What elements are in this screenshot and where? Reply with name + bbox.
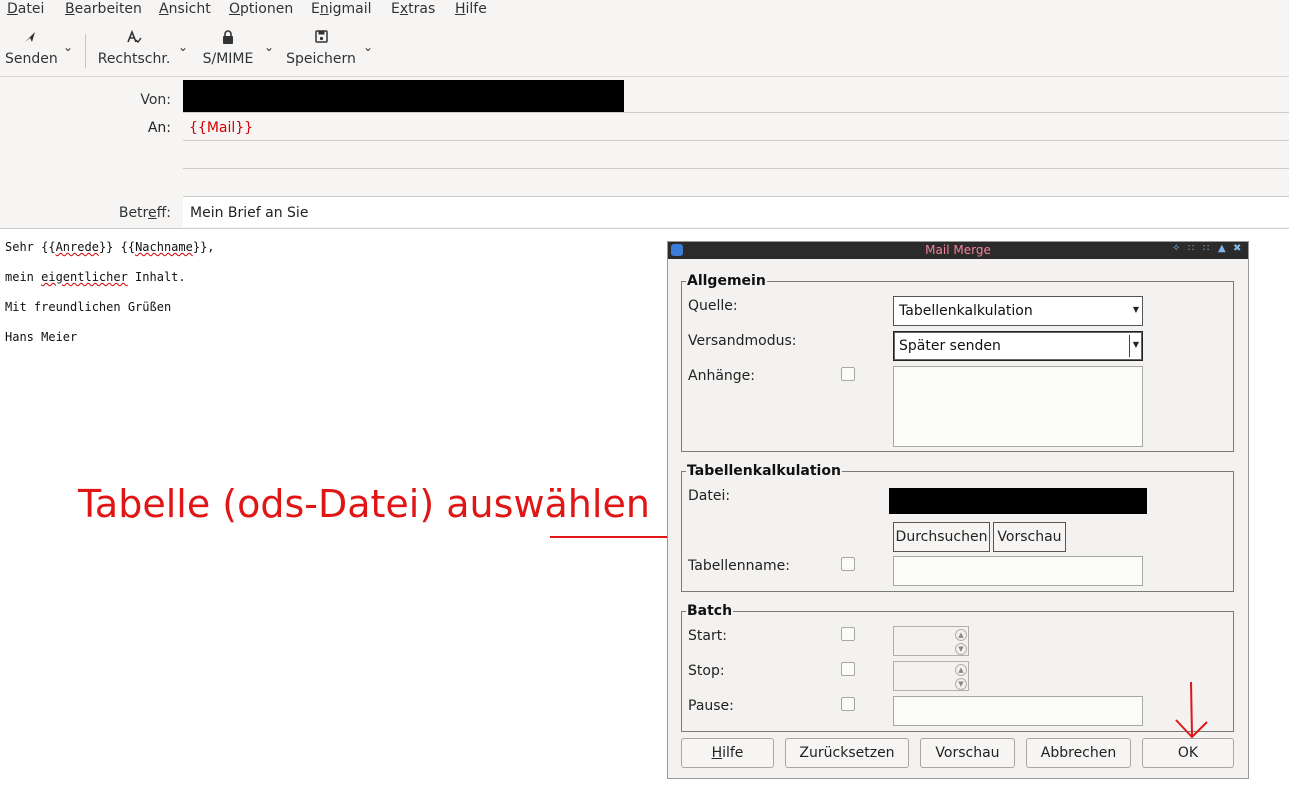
body-line[interactable]: Mit freundlichen Grüßen (5, 300, 171, 314)
spin-buttons: ▲ ▼ (955, 629, 967, 657)
menu-ansicht[interactable]: Ansicht (159, 1, 211, 17)
start-label: Start: (688, 628, 727, 644)
spelling-dropdown-chevron-icon[interactable]: ⌄ (176, 40, 190, 56)
lock-icon (200, 30, 256, 48)
annotation-arrow-down-icon (1175, 681, 1208, 739)
dropdown-arrow-icon: ▼ (1132, 340, 1139, 349)
spin-down-icon[interactable]: ▼ (955, 643, 967, 655)
mode-label: Versandmodus: (688, 333, 797, 349)
spellcheck-icon (97, 29, 171, 48)
compose-toolbar: Senden ⌄ Rechtschr. ⌄ S/MIME ⌄ Speichern… (0, 22, 1289, 77)
send-button[interactable]: Senden (5, 30, 58, 67)
menu-bar: Datei Bearbeiten Ansicht Optionen Enigma… (0, 0, 1289, 22)
menu-bearbeiten[interactable]: Bearbeiten (65, 1, 142, 17)
stop-label: Stop: (688, 663, 725, 679)
from-label: Von: (140, 92, 171, 108)
stop-spinbox[interactable]: ▲ ▼ (893, 661, 969, 691)
sheet-name-label: Tabellenname: (688, 558, 790, 574)
preview-button[interactable]: Vorschau (920, 738, 1015, 768)
smime-dropdown-chevron-icon[interactable]: ⌄ (262, 40, 276, 56)
pin-icon[interactable]: ✧ (1172, 243, 1180, 254)
subject-input[interactable] (183, 197, 1289, 227)
pause-label: Pause: (688, 698, 734, 714)
from-field-redacted[interactable] (183, 80, 624, 113)
mode-select[interactable]: Später senden ▼ (893, 331, 1143, 361)
browse-button[interactable]: Durchsuchen (893, 522, 990, 552)
header-divider (183, 168, 1289, 169)
spreadsheet-preview-button[interactable]: Vorschau (993, 522, 1066, 552)
file-label: Datei: (688, 488, 731, 504)
attachments-checkbox[interactable] (841, 367, 855, 381)
help-button[interactable]: Hilfe (681, 738, 774, 768)
subject-label: Betreff: (118, 205, 171, 221)
reset-button[interactable]: Zurücksetzen (785, 738, 909, 768)
send-icon (5, 30, 55, 48)
to-field-value[interactable]: {{Mail}} (189, 120, 253, 136)
grid-icon[interactable]: ∷ (1203, 243, 1209, 254)
subject-value: Mein Brief an Sie (190, 205, 309, 221)
smime-button[interactable]: S/MIME (200, 30, 256, 67)
menu-datei[interactable]: Datei (7, 1, 44, 17)
general-group: Allgemein Quelle: Tabellenkalkulation ▼ … (681, 273, 1234, 452)
cancel-button[interactable]: Abbrechen (1026, 738, 1131, 768)
batch-group: Batch Start: ▲ ▼ Stop: ▲ ▼ Pause: (681, 603, 1234, 732)
source-select[interactable]: Tabellenkalkulation ▼ (893, 296, 1143, 326)
source-label: Quelle: (688, 298, 738, 314)
dialog-title: Mail Merge (925, 243, 991, 257)
attachments-textarea[interactable] (893, 366, 1143, 447)
file-field-redacted[interactable] (889, 488, 1147, 514)
header-divider (183, 140, 1289, 141)
sheet-name-checkbox[interactable] (841, 557, 855, 571)
menu-hilfe[interactable]: Hilfe (455, 1, 487, 17)
dropdown-arrow-icon: ▼ (1132, 305, 1139, 314)
toolbar-separator (85, 34, 86, 68)
general-group-title: Allgemein (686, 273, 767, 289)
close-icon[interactable]: ✖ (1233, 243, 1241, 254)
spin-buttons: ▲ ▼ (955, 664, 967, 692)
start-spinbox[interactable]: ▲ ▼ (893, 626, 969, 656)
ok-button[interactable]: OK (1142, 738, 1234, 768)
to-label: An: (147, 120, 171, 136)
maximize-icon[interactable]: ▲ (1218, 243, 1226, 254)
shade-icon[interactable]: ∷ (1188, 243, 1194, 254)
message-header: Von: An: {{Mail}} Betreff: Mein Brief an… (0, 77, 1289, 229)
body-line[interactable]: mein eigentlicher Inhalt. (5, 270, 186, 284)
start-checkbox[interactable] (841, 627, 855, 641)
batch-group-title: Batch (686, 603, 734, 619)
sheet-name-input[interactable] (893, 556, 1143, 586)
spreadsheet-group-title: Tabellenkalkulation (686, 463, 842, 479)
mail-merge-dialog: Mail Merge ✧ ∷ ∷ ▲ ✖ Allgemein Quelle: T… (667, 241, 1249, 779)
attachments-label: Anhänge: (688, 368, 755, 384)
floppy-disk-icon (286, 30, 356, 48)
pause-checkbox[interactable] (841, 697, 855, 711)
menu-extras[interactable]: Extras (391, 1, 435, 17)
body-line[interactable]: Hans Meier (5, 330, 77, 344)
header-divider (183, 112, 1289, 113)
annotation-text: Tabelle (ods-Datei) auswählen (78, 482, 650, 526)
spreadsheet-group: Tabellenkalkulation Datei: Durchsuchen V… (681, 463, 1234, 592)
dialog-titlebar[interactable]: Mail Merge ✧ ∷ ∷ ▲ ✖ (668, 242, 1248, 259)
spin-up-icon[interactable]: ▲ (955, 629, 967, 641)
spelling-button[interactable]: Rechtschr. (97, 29, 171, 67)
save-button[interactable]: Speichern (286, 30, 356, 67)
save-dropdown-chevron-icon[interactable]: ⌄ (361, 40, 375, 56)
menu-enigmail[interactable]: Enigmail (311, 1, 372, 17)
body-line[interactable]: Sehr {{Anrede}} {{Nachname}}, (5, 240, 215, 254)
send-dropdown-chevron-icon[interactable]: ⌄ (61, 40, 75, 56)
combo-divider (1129, 335, 1130, 357)
spin-up-icon[interactable]: ▲ (955, 664, 967, 676)
pause-input[interactable] (893, 696, 1143, 726)
stop-checkbox[interactable] (841, 662, 855, 676)
spin-down-icon[interactable]: ▼ (955, 678, 967, 690)
menu-optionen[interactable]: Optionen (229, 1, 293, 17)
